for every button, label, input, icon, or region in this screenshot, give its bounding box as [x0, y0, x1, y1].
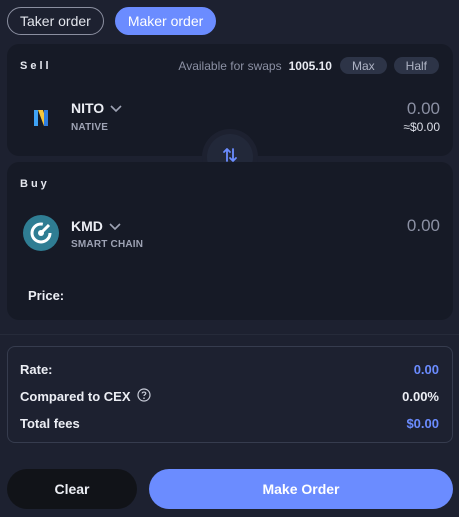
buy-coin-chain: SMART CHAIN	[71, 239, 144, 250]
rate-value: 0.00	[413, 361, 439, 377]
tab-taker-order[interactable]: Taker order	[7, 7, 104, 35]
sell-coin-selector[interactable]: NITO	[71, 100, 122, 116]
rate-label: Rate:	[20, 361, 53, 377]
buy-section-label: Buy	[20, 178, 50, 190]
kmd-logo-icon	[23, 215, 59, 251]
fees-row: Total fees $0.00	[20, 413, 439, 433]
fees-value: $0.00	[406, 415, 439, 431]
half-button[interactable]: Half	[393, 57, 439, 74]
sell-amount-input[interactable]: 0.00	[407, 99, 440, 119]
cex-row: Compared to CEX 0.00%	[20, 386, 439, 406]
sell-section-label: Sell	[20, 60, 52, 72]
sell-coin-chain: NATIVE	[71, 122, 109, 133]
help-circle-icon[interactable]	[136, 387, 151, 405]
cex-label: Compared to CEX	[20, 388, 131, 404]
fees-label: Total fees	[20, 415, 80, 431]
sell-usd-value: ≈$0.00	[403, 120, 440, 134]
cex-label-group: Compared to CEX	[20, 387, 151, 405]
rate-row: Rate: 0.00	[20, 359, 439, 379]
order-type-tabs: Taker order Maker order	[7, 7, 217, 35]
nito-logo-icon	[23, 100, 59, 136]
max-button[interactable]: Max	[339, 57, 387, 74]
chevron-down-icon	[109, 218, 121, 234]
price-label: Price:	[28, 288, 65, 303]
make-order-button[interactable]: Make Order	[149, 469, 453, 509]
chevron-down-icon	[110, 100, 122, 116]
clear-button[interactable]: Clear	[7, 469, 137, 509]
sell-coin-name: NITO	[71, 100, 105, 116]
available-value: 1005.10	[288, 58, 332, 73]
order-summary-box: Rate: 0.00 Compared to CEX 0.00% Total f…	[7, 346, 453, 443]
tab-maker-order[interactable]: Maker order	[114, 7, 217, 35]
section-divider	[0, 334, 459, 335]
buy-panel: Buy KMD SMART CHAIN 0.00 Price:	[7, 162, 453, 320]
available-label: Available for swaps	[178, 58, 282, 73]
cex-value: 0.00%	[402, 388, 439, 404]
buy-amount-input[interactable]: 0.00	[407, 216, 440, 236]
buy-coin-selector[interactable]: KMD	[71, 218, 121, 234]
buy-coin-name: KMD	[71, 218, 103, 234]
available-for-swaps: Available for swaps 1005.10 Max Half	[178, 57, 439, 74]
